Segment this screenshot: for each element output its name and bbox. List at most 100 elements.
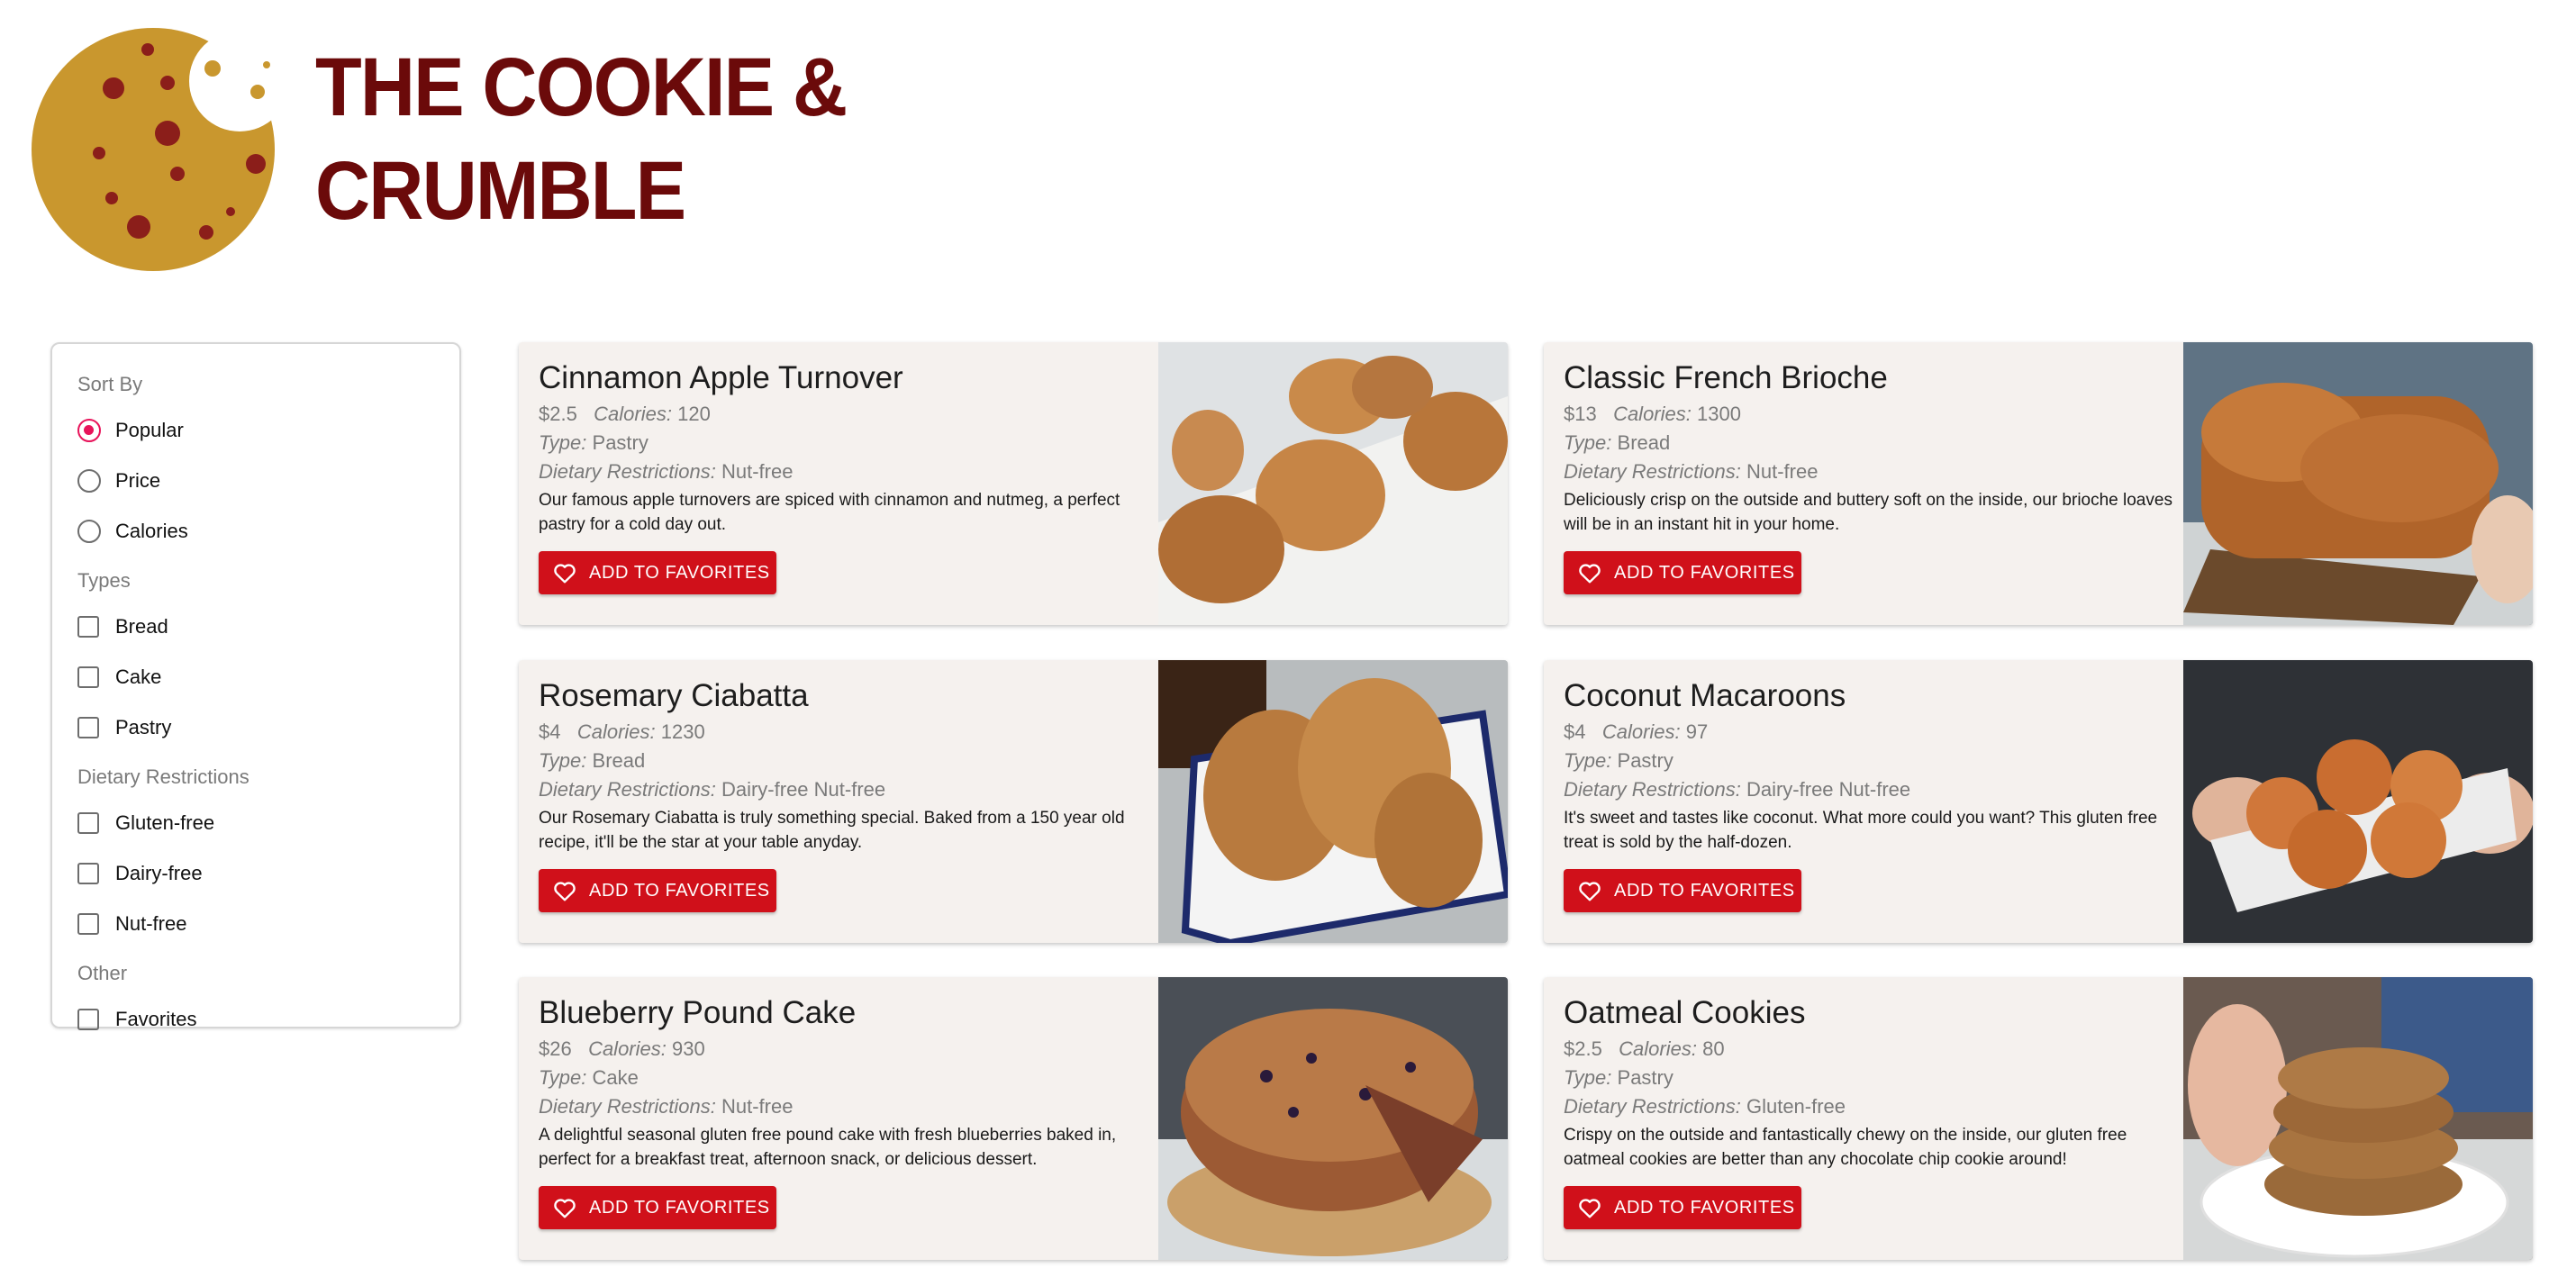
product-description: Our famous apple turnovers are spiced wi… bbox=[539, 491, 1120, 534]
product-price: $4 bbox=[539, 720, 561, 743]
brand-line-2: CRUMBLE bbox=[315, 145, 686, 237]
dietary-option-gluten-free[interactable]: Gluten-free bbox=[77, 798, 459, 848]
other-title: Other bbox=[77, 962, 128, 984]
sort-options: Popular Price Calories bbox=[77, 405, 459, 557]
checkbox-icon[interactable] bbox=[77, 863, 99, 884]
product-price-calories: $26 Calories: 930 bbox=[539, 1035, 1160, 1064]
product-dietary: Dairy-free Nut-free bbox=[721, 778, 886, 801]
add-to-favorites-button[interactable]: ADD TO FAVORITES bbox=[1564, 869, 1801, 912]
product-card: Rosemary Ciabatta $4 Calories: 1230 Type… bbox=[519, 660, 1508, 943]
other-option-favorites[interactable]: Favorites bbox=[77, 994, 459, 1045]
sort-option-calories[interactable]: Calories bbox=[77, 506, 459, 557]
add-to-favorites-button[interactable]: ADD TO FAVORITES bbox=[539, 551, 776, 594]
checkbox-icon[interactable] bbox=[77, 812, 99, 834]
button-label: ADD TO FAVORITES bbox=[589, 562, 770, 583]
calories-label: Calories: bbox=[576, 720, 656, 743]
product-type-row: Type: Pastry bbox=[1564, 1064, 2185, 1092]
product-price-calories: $2.5 Calories: 120 bbox=[539, 400, 1160, 429]
checkbox-icon[interactable] bbox=[77, 666, 99, 688]
button-label: ADD TO FAVORITES bbox=[1614, 562, 1795, 583]
add-to-favorites-button[interactable]: ADD TO FAVORITES bbox=[539, 869, 776, 912]
sort-option-popular[interactable]: Popular bbox=[77, 405, 459, 456]
product-info: Cinnamon Apple Turnover $2.5 Calories: 1… bbox=[539, 358, 1160, 539]
sort-by-title: Sort By bbox=[77, 373, 143, 395]
button-label: ADD TO FAVORITES bbox=[1614, 1197, 1795, 1218]
product-price-calories: $13 Calories: 1300 bbox=[1564, 400, 2185, 429]
types-title: Types bbox=[77, 569, 131, 592]
button-label: ADD TO FAVORITES bbox=[589, 1197, 770, 1218]
product-dietary: Nut-free bbox=[1746, 460, 1819, 483]
product-description: Crispy on the outside and fantastically … bbox=[1564, 1126, 2127, 1169]
type-option-pastry[interactable]: Pastry bbox=[77, 702, 459, 753]
product-type: Pastry bbox=[1617, 1066, 1673, 1089]
product-info: Blueberry Pound Cake $26 Calories: 930 T… bbox=[539, 993, 1160, 1173]
dietary-option-label: Dairy-free bbox=[115, 862, 203, 884]
brand-title: THE COOKIE & CRUMBLE bbox=[315, 36, 946, 243]
product-type-row: Type: Cake bbox=[539, 1064, 1160, 1092]
heart-icon bbox=[1579, 1199, 1601, 1218]
product-price: $4 bbox=[1564, 720, 1586, 743]
type-option-cake[interactable]: Cake bbox=[77, 652, 459, 702]
product-info: Rosemary Ciabatta $4 Calories: 1230 Type… bbox=[539, 676, 1160, 856]
type-option-label: Bread bbox=[115, 615, 168, 638]
product-type: Bread bbox=[592, 749, 646, 772]
dietary-option-dairy-free[interactable]: Dairy-free bbox=[77, 848, 459, 899]
dietary-label: Dietary Restrictions: bbox=[539, 778, 716, 801]
other-option-label: Favorites bbox=[115, 1008, 197, 1030]
checkbox-icon[interactable] bbox=[77, 913, 99, 935]
button-label: ADD TO FAVORITES bbox=[1614, 880, 1795, 901]
product-dietary: Nut-free bbox=[721, 1095, 794, 1118]
dietary-label: Dietary Restrictions: bbox=[1564, 460, 1741, 483]
dietary-label: Dietary Restrictions: bbox=[1564, 778, 1741, 801]
product-photo bbox=[2183, 660, 2533, 943]
type-label: Type: bbox=[1564, 1066, 1612, 1089]
product-calories: 80 bbox=[1702, 1037, 1725, 1060]
product-price: $2.5 bbox=[1564, 1037, 1602, 1060]
filter-panel: Sort By Popular Price Calories Types Bre… bbox=[50, 342, 461, 1030]
product-card: Cinnamon Apple Turnover $2.5 Calories: 1… bbox=[519, 342, 1508, 625]
radio-icon[interactable] bbox=[77, 469, 101, 493]
radio-icon[interactable] bbox=[77, 520, 101, 543]
product-photo bbox=[2183, 342, 2533, 625]
product-description: Deliciously crisp on the outside and but… bbox=[1564, 491, 2172, 534]
add-to-favorites-button[interactable]: ADD TO FAVORITES bbox=[1564, 551, 1801, 594]
dietary-title: Dietary Restrictions bbox=[77, 765, 249, 788]
product-price: $26 bbox=[539, 1037, 572, 1060]
product-name: Cinnamon Apple Turnover bbox=[539, 360, 903, 395]
product-calories: 120 bbox=[677, 403, 711, 425]
calories-label: Calories: bbox=[1601, 720, 1681, 743]
calories-label: Calories: bbox=[588, 1037, 667, 1060]
button-label: ADD TO FAVORITES bbox=[589, 880, 770, 901]
type-options: Bread Cake Pastry bbox=[77, 602, 459, 753]
dietary-options: Gluten-free Dairy-free Nut-free bbox=[77, 798, 459, 949]
sort-option-label: Calories bbox=[115, 520, 188, 542]
type-label: Type: bbox=[1564, 431, 1612, 454]
type-label: Type: bbox=[539, 749, 587, 772]
product-card: Classic French Brioche $13 Calories: 130… bbox=[1544, 342, 2533, 625]
checkbox-icon[interactable] bbox=[77, 717, 99, 738]
dietary-option-nut-free[interactable]: Nut-free bbox=[77, 899, 459, 949]
checkbox-icon[interactable] bbox=[77, 1009, 99, 1030]
product-photo bbox=[1158, 342, 1508, 625]
type-label: Type: bbox=[1564, 749, 1612, 772]
dietary-label: Dietary Restrictions: bbox=[539, 460, 716, 483]
heart-icon bbox=[1579, 564, 1601, 584]
product-photo bbox=[1158, 660, 1508, 943]
heart-icon bbox=[1579, 882, 1601, 901]
product-dietary: Nut-free bbox=[721, 460, 794, 483]
product-card: Oatmeal Cookies $2.5 Calories: 80 Type: … bbox=[1544, 977, 2533, 1260]
type-label: Type: bbox=[539, 1066, 587, 1089]
product-type-row: Type: Pastry bbox=[539, 429, 1160, 457]
product-type: Bread bbox=[1617, 431, 1671, 454]
radio-selected-icon[interactable] bbox=[77, 419, 101, 442]
cookie-logo-icon bbox=[32, 28, 275, 271]
type-option-label: Pastry bbox=[115, 716, 172, 738]
checkbox-icon[interactable] bbox=[77, 616, 99, 638]
calories-label: Calories: bbox=[1613, 403, 1692, 425]
sort-option-label: Price bbox=[115, 469, 161, 492]
add-to-favorites-button[interactable]: ADD TO FAVORITES bbox=[1564, 1186, 1801, 1229]
sort-option-price[interactable]: Price bbox=[77, 456, 459, 506]
add-to-favorites-button[interactable]: ADD TO FAVORITES bbox=[539, 1186, 776, 1229]
product-name: Rosemary Ciabatta bbox=[539, 678, 809, 713]
type-option-bread[interactable]: Bread bbox=[77, 602, 459, 652]
